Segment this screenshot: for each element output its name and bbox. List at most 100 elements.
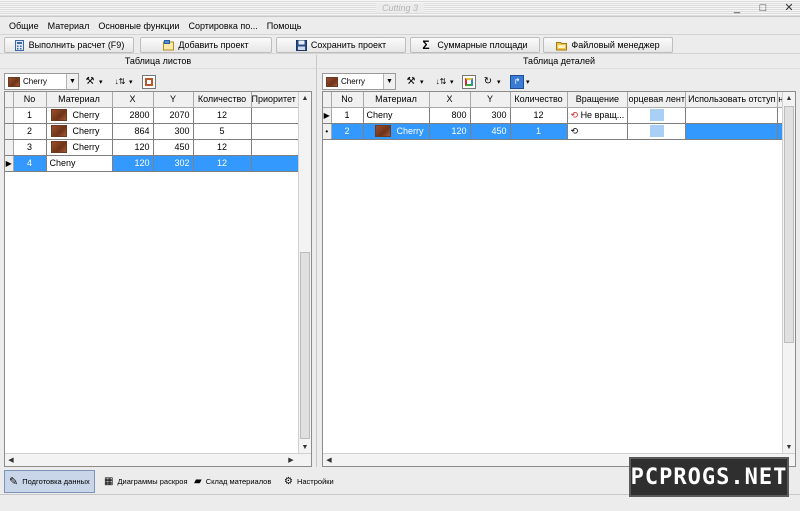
parts-sort-button[interactable]: ↓⇅ ▾ bbox=[434, 73, 454, 90]
cell-y[interactable]: 300 bbox=[470, 107, 511, 124]
panel-splitter[interactable] bbox=[316, 55, 317, 467]
cell-y[interactable]: 302 bbox=[153, 155, 194, 172]
cell-edge-band[interactable] bbox=[627, 123, 687, 140]
cell-edge-band[interactable] bbox=[627, 107, 687, 124]
scroll-down-icon[interactable]: ▼ bbox=[299, 441, 311, 453]
table-row-selected[interactable]: • 2 Cherry 120 450 1 ⟲ bbox=[323, 123, 791, 140]
sheets-vertical-scrollbar[interactable]: ▲ ▼ bbox=[298, 92, 311, 453]
column-header-no[interactable]: No bbox=[331, 92, 364, 108]
cell-no[interactable]: 1 bbox=[331, 107, 364, 124]
cell-quantity[interactable]: 12 bbox=[193, 107, 252, 124]
scroll-up-icon[interactable]: ▲ bbox=[299, 92, 311, 104]
table-row[interactable]: ▶ 1 Cheny 800 300 12 ⟲ Не вращ... bbox=[323, 107, 791, 124]
scroll-right-icon[interactable]: ▶ bbox=[285, 454, 297, 466]
add-project-button[interactable]: Добавить проект bbox=[140, 37, 272, 53]
cell-quantity[interactable]: 12 bbox=[193, 139, 252, 156]
tab-data-preparation[interactable]: ✎ Подготовка данных bbox=[4, 470, 95, 493]
column-header-y[interactable]: Y bbox=[153, 92, 194, 108]
column-header-priority[interactable]: Приоритет bbox=[251, 92, 300, 108]
scroll-up-icon[interactable]: ▲ bbox=[783, 92, 795, 104]
cell-no[interactable]: 1 bbox=[13, 107, 47, 124]
cell-x[interactable]: 2800 bbox=[112, 107, 154, 124]
cell-x[interactable]: 800 bbox=[429, 107, 471, 124]
tab-material-warehouse[interactable]: ▰ Склад материалов bbox=[190, 470, 275, 493]
table-row[interactable]: 3 Cherry 120 450 12 bbox=[5, 139, 300, 156]
parts-edge-band-button[interactable] bbox=[462, 73, 476, 90]
cell-material[interactable]: Cherry bbox=[46, 123, 113, 140]
cell-use-offset[interactable] bbox=[685, 123, 779, 140]
column-header-x[interactable]: X bbox=[429, 92, 471, 108]
close-button[interactable]: ✕ bbox=[782, 2, 796, 15]
menu-general[interactable]: Общие bbox=[9, 21, 39, 31]
cell-material[interactable]: Cheny bbox=[363, 107, 430, 124]
sheets-grid[interactable]: No Материал X Y Количество Приоритет 1 C… bbox=[4, 91, 312, 467]
cell-no[interactable]: 4 bbox=[13, 155, 47, 172]
sheets-sort-button[interactable]: ↓⇅ ▾ bbox=[113, 73, 133, 90]
menu-material[interactable]: Материал bbox=[48, 21, 90, 31]
column-header-y[interactable]: Y bbox=[470, 92, 511, 108]
cell-x[interactable]: 120 bbox=[429, 123, 471, 140]
table-row-selected[interactable]: ▶ 4 Cheny 120 302 12 bbox=[5, 155, 300, 172]
tab-settings[interactable]: ⚙ Настройки bbox=[280, 470, 338, 493]
cell-x[interactable]: 120 bbox=[112, 139, 154, 156]
cell-material-editing[interactable]: Cheny bbox=[46, 155, 113, 172]
column-header-quantity[interactable]: Количество bbox=[510, 92, 568, 108]
sheets-horizontal-scrollbar[interactable]: ◀ ▶ bbox=[5, 453, 311, 466]
scroll-down-icon[interactable]: ▼ bbox=[783, 441, 795, 453]
cell-quantity[interactable]: 1 bbox=[510, 123, 568, 140]
column-header-rotation[interactable]: Вращение bbox=[567, 92, 629, 108]
parts-rotation-button[interactable]: ↻ ▾ bbox=[481, 73, 501, 90]
cell-quantity[interactable]: 5 bbox=[193, 123, 252, 140]
column-header-material[interactable]: Материал bbox=[363, 92, 430, 108]
cell-no[interactable]: 3 bbox=[13, 139, 47, 156]
cell-use-offset[interactable] bbox=[685, 107, 779, 124]
parts-material-combo[interactable]: Cherry ▼ bbox=[322, 73, 396, 90]
total-areas-button[interactable]: Σ Суммарные площади bbox=[410, 37, 540, 53]
scroll-thumb[interactable] bbox=[300, 252, 310, 439]
file-manager-button[interactable]: Файловый менеджер bbox=[543, 37, 673, 53]
cell-priority[interactable] bbox=[251, 139, 300, 156]
sheets-tools-button[interactable]: ⚒ ▾ bbox=[83, 73, 103, 90]
save-project-button[interactable]: Сохранить проект bbox=[276, 37, 406, 53]
cell-material[interactable]: Cherry bbox=[363, 123, 430, 140]
maximize-button[interactable]: □ bbox=[756, 2, 770, 15]
table-row[interactable]: 2 Cherry 864 300 5 bbox=[5, 123, 300, 140]
parts-tools-button[interactable]: ⚒ ▾ bbox=[404, 73, 424, 90]
run-calculation-button[interactable]: Выполнить расчет (F9) bbox=[4, 37, 134, 53]
parts-grid[interactable]: No Материал X Y Количество Вращение орце… bbox=[322, 91, 796, 467]
sheets-material-frame-button[interactable] bbox=[142, 73, 156, 90]
cell-x[interactable]: 864 bbox=[112, 123, 154, 140]
column-header-quantity[interactable]: Количество bbox=[193, 92, 252, 108]
table-row[interactable]: 1 Cherry 2800 2070 12 bbox=[5, 107, 300, 124]
cell-no[interactable]: 2 bbox=[331, 123, 364, 140]
cell-material[interactable]: Cherry bbox=[46, 107, 113, 124]
column-header-edge-band[interactable]: орцевая лент bbox=[627, 92, 687, 108]
cell-quantity[interactable]: 12 bbox=[510, 107, 568, 124]
menu-main-functions[interactable]: Основные функции bbox=[98, 21, 179, 31]
cell-material[interactable]: Cherry bbox=[46, 139, 113, 156]
column-header-use-offset[interactable]: Использовать отступ bbox=[685, 92, 779, 108]
cell-rotation[interactable]: ⟲ bbox=[567, 123, 629, 140]
minimize-button[interactable]: _ bbox=[730, 2, 744, 15]
column-header-x[interactable]: X bbox=[112, 92, 154, 108]
cell-priority[interactable] bbox=[251, 107, 300, 124]
cell-priority[interactable] bbox=[251, 123, 300, 140]
sheets-material-combo[interactable]: Cherry ▼ bbox=[4, 73, 79, 90]
scroll-left-icon[interactable]: ◀ bbox=[323, 454, 335, 466]
cell-y[interactable]: 300 bbox=[153, 123, 194, 140]
menu-help[interactable]: Помощь bbox=[267, 21, 302, 31]
column-header-no[interactable]: No bbox=[13, 92, 47, 108]
cell-y[interactable]: 450 bbox=[153, 139, 194, 156]
cell-no[interactable]: 2 bbox=[13, 123, 47, 140]
parts-grain-button[interactable]: ↱ ▾ bbox=[510, 73, 530, 90]
parts-vertical-scrollbar[interactable]: ▲ ▼ bbox=[782, 92, 795, 453]
column-header-material[interactable]: Материал bbox=[46, 92, 113, 108]
cell-rotation[interactable]: ⟲ Не вращ... bbox=[567, 107, 629, 124]
scroll-left-icon[interactable]: ◀ bbox=[5, 454, 17, 466]
scroll-thumb[interactable] bbox=[784, 106, 794, 343]
menu-sort-by[interactable]: Сортировка по... bbox=[188, 21, 257, 31]
cell-quantity[interactable]: 12 bbox=[193, 155, 252, 172]
cell-priority[interactable] bbox=[251, 155, 300, 172]
tab-cutting-diagrams[interactable]: ▦ Диаграммы раскроя bbox=[100, 470, 192, 493]
cell-y[interactable]: 450 bbox=[470, 123, 511, 140]
